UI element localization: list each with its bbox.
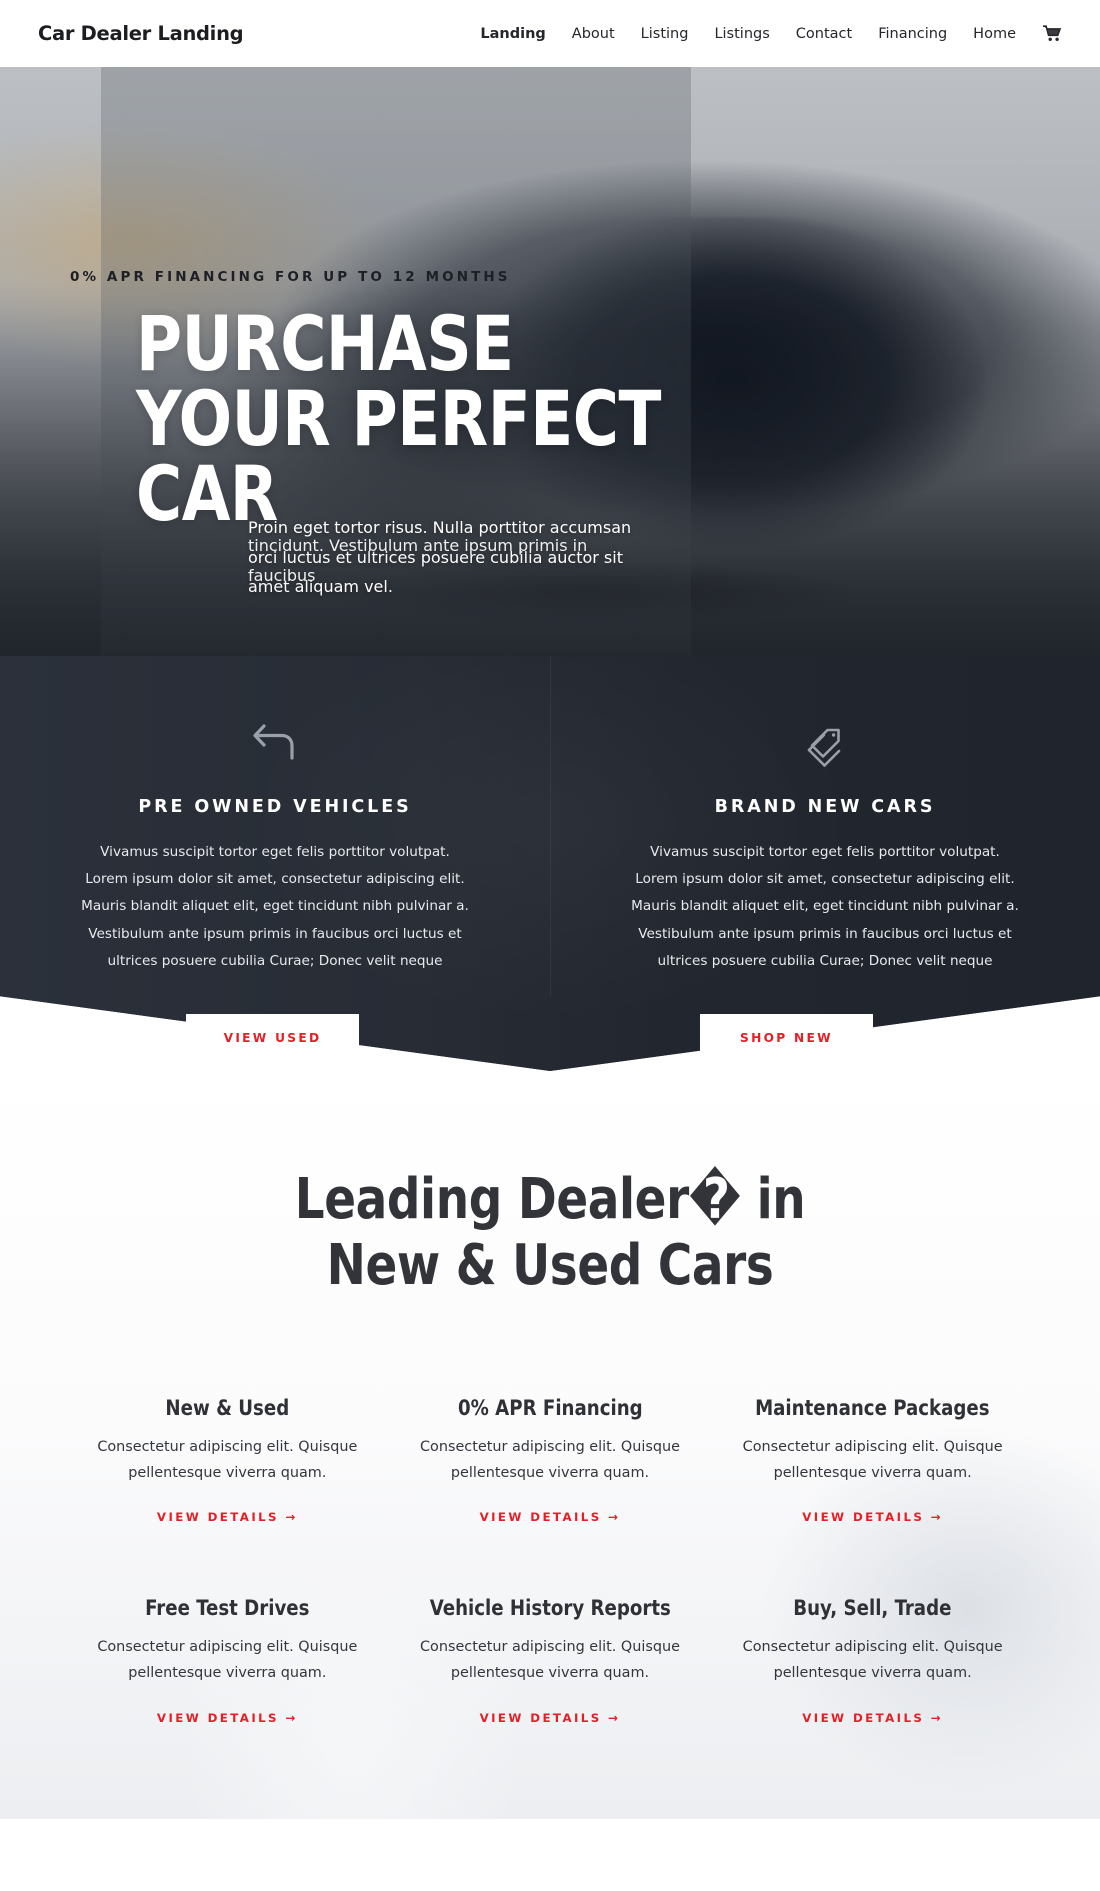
shopping-cart-icon[interactable] [1029, 25, 1064, 42]
category-body: Vivamus suscipit tortor eget felis portt… [631, 844, 1019, 969]
nav-item-financing[interactable]: Financing [865, 26, 960, 42]
feature-item: 0% APR Financing Consectetur adipiscing … [389, 1384, 712, 1584]
column-divider [550, 656, 551, 996]
category-card-brand-new: BRAND NEW CARS Vivamus suscipit tortor e… [550, 656, 1100, 1071]
feature-body: Consectetur adipiscing elit. Quisque pel… [419, 1439, 680, 1481]
hero-title: PURCHASE YOUR PERFECT CAR [136, 299, 661, 539]
vehicle-categories-section: PRE OWNED VEHICLES Vivamus suscipit tort… [0, 656, 1100, 1071]
nav-item-contact[interactable]: Contact [783, 26, 865, 42]
nav-item-home[interactable]: Home [960, 26, 1029, 42]
feature-body: Consectetur adipiscing elit. Quisque pel… [742, 1439, 1003, 1481]
feature-item: New & Used Consectetur adipiscing elit. … [66, 1384, 389, 1584]
nav-item-listing[interactable]: Listing [628, 26, 702, 42]
feature-body: Consectetur adipiscing elit. Quisque pel… [419, 1639, 680, 1681]
view-details-link[interactable]: VIEW DETAILS → [157, 1510, 298, 1524]
nav-item-about[interactable]: About [559, 26, 628, 42]
feature-body: Consectetur adipiscing elit. Quisque pel… [97, 1639, 358, 1681]
feature-title: New & Used [165, 1396, 290, 1422]
leading-content: Leading Dealer� in New & Used Cars New &… [0, 1167, 1100, 1819]
view-details-link[interactable]: VIEW DETAILS → [480, 1711, 621, 1725]
feature-item: Vehicle History Reports Consectetur adip… [389, 1584, 712, 1784]
feature-title: 0% APR Financing [457, 1396, 643, 1422]
view-details-link[interactable]: VIEW DETAILS → [802, 1510, 943, 1524]
hero-content: 0% APR FINANCING FOR UP TO 12 MONTHS PUR… [0, 67, 1100, 656]
category-title: PRE OWNED VEHICLES [138, 797, 412, 817]
site-header: Car Dealer Landing Landing About Listing… [0, 0, 1100, 67]
site-logo[interactable]: Car Dealer Landing [38, 22, 244, 45]
hero-section: 0% APR FINANCING FOR UP TO 12 MONTHS PUR… [0, 67, 1100, 656]
feature-grid: New & Used Consectetur adipiscing elit. … [0, 1384, 1100, 1819]
category-body: Vivamus suscipit tortor eget felis portt… [81, 844, 469, 969]
hero-eyebrow: 0% APR FINANCING FOR UP TO 12 MONTHS [70, 269, 511, 285]
price-tags-icon [550, 711, 1100, 773]
leading-dealer-section: Leading Dealer� in New & Used Cars New &… [0, 1071, 1100, 1819]
nav-item-listings[interactable]: Listings [701, 26, 782, 42]
nav-item-landing[interactable]: Landing [467, 26, 558, 42]
feature-title: Buy, Sell, Trade [793, 1596, 952, 1622]
feature-body: Consectetur adipiscing elit. Quisque pel… [742, 1639, 1003, 1681]
view-details-link[interactable]: VIEW DETAILS → [480, 1510, 621, 1524]
feature-item: Maintenance Packages Consectetur adipisc… [711, 1384, 1034, 1584]
main-navigation: Landing About Listing Listings Contact F… [467, 25, 1064, 42]
feature-body: Consectetur adipiscing elit. Quisque pel… [97, 1439, 358, 1481]
hero-paragraph-group: tincidunt. Vestibulum ante ipsum primis … [248, 513, 648, 602]
feature-title: Free Test Drives [145, 1596, 310, 1622]
feature-title: Vehicle History Reports [429, 1596, 671, 1622]
return-arrow-icon [0, 711, 550, 773]
landing-page: Car Dealer Landing Landing About Listing… [0, 0, 1100, 1819]
view-used-button[interactable]: VIEW USED [186, 1014, 359, 1062]
category-title: BRAND NEW CARS [714, 797, 936, 817]
category-card-pre-owned: PRE OWNED VEHICLES Vivamus suscipit tort… [0, 656, 550, 1071]
feature-item: Buy, Sell, Trade Consectetur adipiscing … [711, 1584, 1034, 1784]
leading-title: Leading Dealer� in New & Used Cars [39, 1167, 1062, 1298]
shop-new-button[interactable]: SHOP NEW [700, 1014, 873, 1062]
leading-title-line-2: New & Used Cars [326, 1232, 774, 1298]
view-details-link[interactable]: VIEW DETAILS → [157, 1711, 298, 1725]
view-details-link[interactable]: VIEW DETAILS → [802, 1711, 943, 1725]
hero-paragraph-overlap: tincidunt. Vestibulum ante ipsum primis … [248, 536, 588, 585]
feature-item: Free Test Drives Consectetur adipiscing … [66, 1584, 389, 1784]
dark-band: PRE OWNED VEHICLES Vivamus suscipit tort… [0, 656, 1100, 1071]
leading-title-line-1: Leading Dealer� in [294, 1167, 806, 1232]
feature-title: Maintenance Packages [755, 1396, 990, 1422]
